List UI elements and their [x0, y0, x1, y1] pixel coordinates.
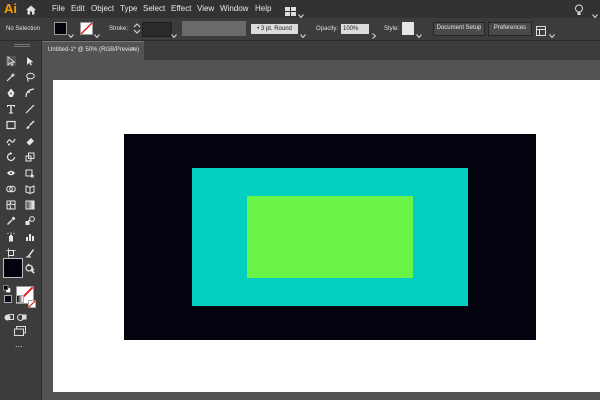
menu-effect[interactable]: Effect: [171, 3, 191, 15]
menu-edit[interactable]: Edit: [71, 3, 85, 15]
chevron-down-icon[interactable]: [416, 26, 422, 39]
preferences-button[interactable]: Preferences: [488, 22, 532, 36]
chevron-down-icon[interactable]: [68, 26, 74, 39]
direct-selection-tool[interactable]: [25, 56, 35, 66]
lightbulb-icon[interactable]: [574, 3, 584, 15]
menu-select[interactable]: Select: [143, 3, 165, 15]
brush-definition-dropdown[interactable]: • 3 pt. Round: [251, 24, 298, 34]
app-logo: Ai: [4, 1, 17, 16]
magic-wand-tool[interactable]: [6, 72, 16, 82]
pen-tool[interactable]: [6, 88, 16, 98]
mesh-tool[interactable]: [6, 200, 16, 210]
document-tab-label: Untitled-1* @ 50% (RGB/Preview): [48, 47, 140, 53]
fill-swatch[interactable]: [54, 22, 67, 35]
width-tool[interactable]: [6, 168, 16, 178]
scale-tool[interactable]: [25, 152, 35, 162]
draw-mode-icon[interactable]: [4, 309, 14, 321]
default-fill-stroke-icon[interactable]: [3, 280, 11, 293]
swap-fill-stroke-icon[interactable]: [27, 258, 35, 271]
chevron-down-icon[interactable]: [549, 26, 555, 39]
free-transform-tool[interactable]: [25, 168, 35, 178]
draw-behind-icon[interactable]: [17, 309, 27, 321]
arrange-documents-icon[interactable]: [536, 23, 546, 36]
rectangle-tool[interactable]: [6, 120, 16, 130]
opacity-label: Opacity:: [316, 26, 339, 32]
fill-color-box[interactable]: [3, 258, 23, 278]
opacity-field[interactable]: 100%: [341, 24, 369, 34]
menu-file[interactable]: File: [52, 3, 65, 15]
selection-status: No Selection: [6, 26, 41, 32]
brush-label: 3 pt. Round: [260, 26, 292, 32]
menu-view[interactable]: View: [197, 3, 214, 15]
chevron-down-icon[interactable]: [94, 26, 100, 39]
chevron-down-icon[interactable]: [171, 26, 177, 39]
lasso-tool[interactable]: [25, 72, 35, 82]
stroke-weight-field[interactable]: [142, 22, 172, 37]
symbol-sprayer-tool[interactable]: [6, 232, 16, 242]
shape-builder-tool[interactable]: [6, 184, 16, 194]
inner-rectangle-shape[interactable]: [247, 196, 413, 278]
menu-help[interactable]: Help: [255, 3, 271, 15]
chevron-right-icon[interactable]: [371, 26, 377, 39]
menu-object[interactable]: Object: [91, 3, 114, 15]
eraser-tool[interactable]: [25, 136, 35, 146]
slice-tool[interactable]: [25, 248, 35, 258]
close-icon[interactable]: ×: [131, 45, 135, 54]
style-label: Style:: [384, 26, 400, 32]
graphic-style-swatch[interactable]: [402, 22, 414, 35]
chevron-down-icon[interactable]: [300, 26, 306, 39]
stroke-label: Stroke:: [109, 26, 129, 32]
stroke-none-swatch[interactable]: [80, 22, 93, 35]
artboard-tool[interactable]: [6, 248, 16, 258]
screen-mode-icon[interactable]: [14, 323, 26, 336]
menu-type[interactable]: Type: [120, 3, 137, 15]
variable-width-profile[interactable]: [182, 21, 246, 36]
column-graph-tool[interactable]: [25, 232, 35, 242]
panel-grip[interactable]: [14, 44, 30, 47]
chevron-down-icon[interactable]: [298, 6, 304, 19]
workspace-layout-icon[interactable]: [285, 4, 297, 16]
document-setup-button[interactable]: Document Setup: [433, 22, 485, 36]
shaper-tool[interactable]: [6, 136, 16, 146]
stroke-weight-stepper[interactable]: [133, 22, 141, 35]
home-icon[interactable]: [25, 3, 37, 15]
line-segment-tool[interactable]: [25, 104, 35, 114]
brush-dot-icon: •: [257, 26, 260, 32]
none-mode-button[interactable]: [28, 295, 36, 308]
type-tool[interactable]: [6, 104, 16, 114]
paintbrush-tool[interactable]: [25, 120, 35, 130]
selection-tool[interactable]: [6, 56, 16, 66]
curvature-tool[interactable]: [25, 88, 35, 98]
eyedropper-tool[interactable]: [6, 216, 16, 226]
gradient-tool[interactable]: [25, 200, 35, 210]
color-mode-button[interactable]: [4, 295, 12, 303]
blend-tool[interactable]: [25, 216, 35, 226]
gradient-mode-button[interactable]: [16, 295, 24, 303]
rotate-tool[interactable]: [6, 152, 16, 162]
perspective-grid-tool[interactable]: [25, 184, 35, 194]
more-tools-icon[interactable]: ...: [15, 340, 23, 349]
chevron-down-icon[interactable]: [592, 6, 598, 19]
menu-window[interactable]: Window: [220, 3, 248, 15]
